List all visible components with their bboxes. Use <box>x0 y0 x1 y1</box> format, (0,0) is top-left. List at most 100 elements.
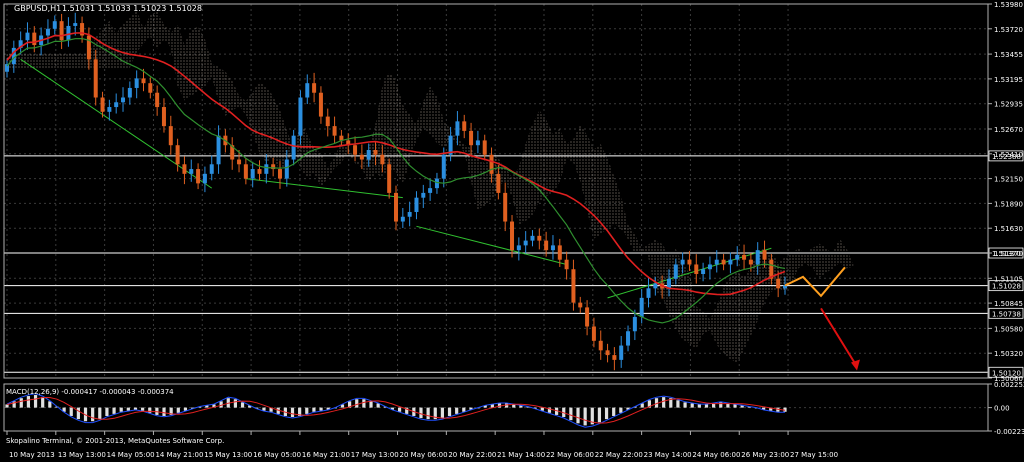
candle-body <box>32 32 37 46</box>
macd-bar <box>105 407 109 416</box>
candle-body <box>237 159 242 165</box>
x-tick-label: 13 May 13:00 <box>58 451 106 459</box>
candle-body <box>591 326 596 341</box>
candle-body <box>776 278 781 289</box>
candle-body <box>318 92 323 117</box>
y-tick-label: 1.50580 <box>994 325 1023 333</box>
candle-body <box>175 145 180 165</box>
symbol-label: GBPUSD,H1 <box>14 4 61 13</box>
candle-body <box>680 259 685 265</box>
macd-bar <box>141 407 145 411</box>
x-tick-label: 26 May 23:00 <box>741 451 789 459</box>
candle-body <box>257 169 262 174</box>
candle-body <box>653 283 658 289</box>
y-tick-label: 1.53195 <box>994 76 1023 84</box>
macd-bar <box>290 407 295 418</box>
candle-body <box>475 140 480 146</box>
candle-body <box>66 25 71 41</box>
x-tick-label: 14 May 05:00 <box>107 451 155 459</box>
x-tick-label: 27 May 15:00 <box>790 451 838 459</box>
macd-bar <box>455 407 459 414</box>
candle-body <box>462 121 467 131</box>
candle-body <box>86 35 91 60</box>
candle-body <box>298 97 303 136</box>
candle-body <box>155 92 160 108</box>
candle-body <box>639 297 644 317</box>
macd-bar <box>690 403 694 408</box>
candle-body <box>264 164 269 174</box>
macd-bar <box>362 399 366 408</box>
projection-line <box>820 307 858 368</box>
x-tick-label: 14 May 21:00 <box>155 451 203 459</box>
candle-body <box>243 164 248 179</box>
candle-body <box>291 135 296 160</box>
candle-body <box>598 340 603 351</box>
macd-bar <box>733 404 737 408</box>
candle-body <box>673 264 678 279</box>
candle-body <box>646 288 651 298</box>
macd-bar <box>426 407 430 420</box>
ohlc-label: 1.51031 1.51033 1.51023 1.51028 <box>62 4 202 13</box>
candle-body <box>441 154 446 179</box>
candle-body <box>107 107 112 112</box>
macd-bar <box>569 407 573 421</box>
candle-body <box>134 78 139 88</box>
candle-body <box>434 178 439 189</box>
candle-body <box>666 278 671 289</box>
macd-bar <box>604 407 609 420</box>
copyright-text: Skopalino Terminal, © 2001-2013, MetaQuo… <box>6 437 224 445</box>
candle-body <box>537 235 542 241</box>
candle-body <box>182 164 187 174</box>
candle-body <box>387 164 392 193</box>
macd-bar <box>662 397 666 408</box>
candle-body <box>196 169 201 184</box>
y-tick-label: 1.53720 <box>994 26 1023 34</box>
y-tick-label: 1.52670 <box>994 126 1023 134</box>
candle-body <box>127 87 132 98</box>
candle-body <box>721 259 726 265</box>
macd-bar <box>91 407 95 422</box>
macd-y-tick-label: 0.00 <box>994 405 1010 413</box>
macd-line <box>6 393 785 428</box>
candle-body <box>394 192 398 222</box>
candle-body <box>694 264 699 275</box>
candle-body <box>550 245 555 251</box>
candle-body <box>407 211 412 217</box>
candle-body <box>93 59 98 98</box>
candle-body <box>626 331 631 346</box>
candle-body <box>510 221 515 251</box>
macd-bar <box>176 407 180 413</box>
candle-body <box>414 197 419 212</box>
candle-body <box>250 169 255 179</box>
candle-body <box>59 21 64 41</box>
candle-body <box>578 302 583 308</box>
y-tick-label: 1.52410 <box>994 151 1023 159</box>
macd-bar <box>5 404 9 408</box>
candle-body <box>564 259 569 270</box>
macd-y-tick-label: 0.002252 <box>994 381 1024 389</box>
macd-bar <box>704 404 709 408</box>
candle-body <box>762 250 767 260</box>
candle-body <box>52 21 57 29</box>
candle-body <box>100 97 105 112</box>
macd-bar <box>369 401 373 408</box>
projection-lines <box>784 266 860 371</box>
macd-panel <box>4 393 988 428</box>
macd-bar <box>512 404 516 408</box>
macd-bar <box>312 407 316 412</box>
candle-body <box>469 130 474 146</box>
candle-body <box>216 135 221 165</box>
macd-bar <box>26 396 31 408</box>
macd-bar <box>41 397 45 408</box>
x-tick-label: 15 May 13:00 <box>204 451 252 459</box>
candle-body <box>373 149 378 155</box>
candle-body <box>202 173 207 184</box>
macd-bar <box>240 402 245 408</box>
y-tick-label: 1.52150 <box>994 176 1023 184</box>
candle-body <box>619 345 624 360</box>
x-tick-label: 20 May 06:00 <box>400 451 448 459</box>
y-tick-label: 1.50845 <box>994 300 1023 308</box>
macd-bar <box>33 395 38 408</box>
y-tick-label: 1.51890 <box>994 200 1023 208</box>
price-chart[interactable]: 1.523881.513701.510281.507381.50120 1.53… <box>0 0 1024 462</box>
